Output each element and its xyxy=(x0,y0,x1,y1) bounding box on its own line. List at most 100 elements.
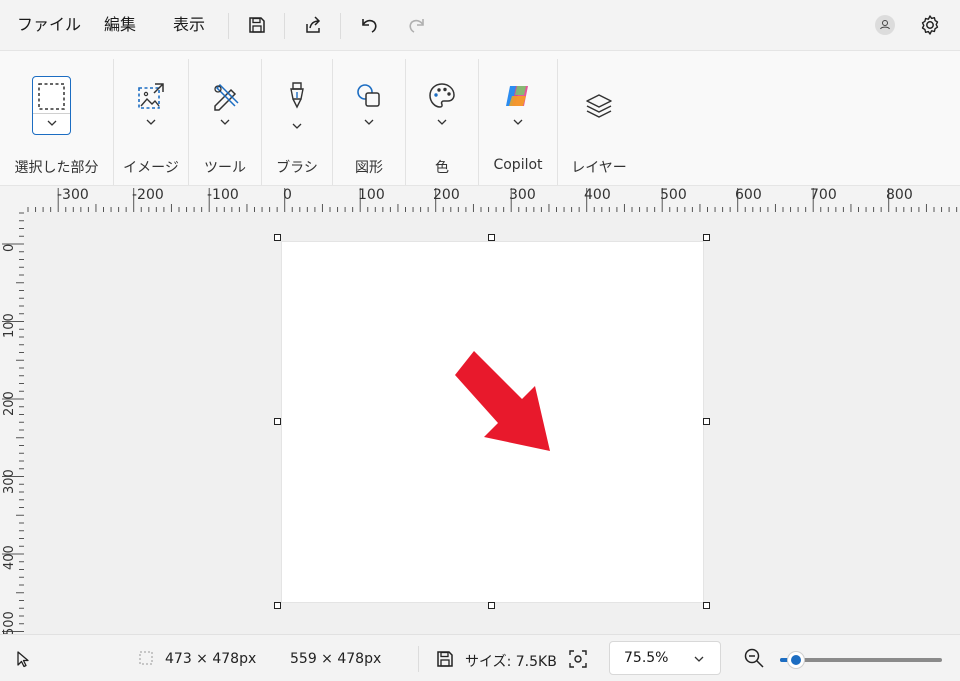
zoom-slider-thumb[interactable] xyxy=(787,651,806,669)
ruler-label: 0 xyxy=(2,243,17,252)
ribbon-group-selection[interactable]: 選択した部分 xyxy=(0,51,113,185)
resize-handle[interactable] xyxy=(274,418,281,425)
share-icon xyxy=(306,16,321,33)
settings-button[interactable] xyxy=(914,10,946,40)
image-icon xyxy=(134,79,168,113)
chevron-down-icon xyxy=(694,656,704,662)
ruler-label: 200 xyxy=(2,391,17,416)
chevron-down-icon xyxy=(220,119,230,125)
canvas-workspace[interactable] xyxy=(24,212,960,634)
resize-handle[interactable] xyxy=(274,234,281,241)
chevron-down-icon xyxy=(364,119,374,125)
fit-screen-icon xyxy=(569,650,587,668)
ruler-label: 0 xyxy=(283,187,292,203)
ribbon-label: 図形 xyxy=(355,160,383,176)
ruler-label: 600 xyxy=(735,187,762,203)
ruler-label: 400 xyxy=(584,187,611,203)
ribbon-group-color[interactable]: 色 xyxy=(406,51,478,185)
redo-icon xyxy=(409,19,424,33)
vertical-ruler: 0 100 200 300 400 500 xyxy=(0,212,24,636)
ruler-label: 800 xyxy=(886,187,913,203)
paint-window: ファイル 編集 表示 選択した部分 イメージ ツール ブラシ 図形 色 Copi… xyxy=(0,0,960,681)
zoom-dropdown[interactable]: 75.5% xyxy=(609,641,721,675)
account-button[interactable] xyxy=(869,10,901,40)
save-button[interactable] xyxy=(241,10,273,40)
resize-handle[interactable] xyxy=(488,234,495,241)
layers-icon xyxy=(582,89,616,123)
ribbon-label: イメージ xyxy=(123,160,179,176)
ruler-label: 100 xyxy=(358,187,385,203)
zoom-out-icon xyxy=(744,648,764,668)
ribbon-group-copilot[interactable]: Copilot xyxy=(479,51,557,185)
status-bar: 473 × 478px 559 × 478px サイズ: 7.5KB 75.5% xyxy=(0,634,960,681)
chevron-down-icon xyxy=(146,119,156,125)
tools-icon xyxy=(208,79,242,113)
brush-icon xyxy=(280,79,314,113)
ruler-label: 500 xyxy=(2,611,17,636)
ribbon-label: 色 xyxy=(435,160,449,176)
resize-handle[interactable] xyxy=(703,418,710,425)
ribbon-group-layers[interactable]: レイヤー xyxy=(558,51,640,185)
ruler-label: -300 xyxy=(57,187,89,203)
resize-handle[interactable] xyxy=(488,602,495,609)
save-icon xyxy=(249,17,265,33)
chevron-down-icon xyxy=(292,123,302,129)
gear-icon xyxy=(921,15,939,35)
divider xyxy=(228,13,229,39)
fit-to-window-button[interactable] xyxy=(566,647,590,671)
ribbon-label: ブラシ xyxy=(276,160,318,176)
drawing-canvas[interactable] xyxy=(281,241,704,603)
share-button[interactable] xyxy=(297,10,329,40)
resize-handle[interactable] xyxy=(274,602,281,609)
menu-view[interactable]: 表示 xyxy=(173,14,205,36)
ribbon-toolbar: 選択した部分 イメージ ツール ブラシ 図形 色 Copilot レイヤー xyxy=(0,50,960,186)
cursor-icon xyxy=(17,651,29,668)
ruler-label: 100 xyxy=(2,313,17,338)
ruler-label: 500 xyxy=(660,187,687,203)
ribbon-label: 選択した部分 xyxy=(14,160,99,176)
ribbon-group-shapes[interactable]: 図形 xyxy=(333,51,405,185)
ribbon-group-image[interactable]: イメージ xyxy=(114,51,188,185)
ruler-label: 700 xyxy=(810,187,837,203)
menu-file[interactable]: ファイル xyxy=(17,14,81,36)
ribbon-group-tools[interactable]: ツール xyxy=(189,51,261,185)
undo-icon xyxy=(362,19,377,33)
ruler-label: 200 xyxy=(433,187,460,203)
shapes-icon xyxy=(352,79,386,113)
chevron-down-icon xyxy=(47,120,57,126)
divider xyxy=(340,13,341,39)
red-arrow-drawing xyxy=(455,351,550,451)
chevron-down-icon xyxy=(437,119,447,125)
zoom-out-button[interactable] xyxy=(743,647,767,671)
ruler-label: -200 xyxy=(132,187,164,203)
ruler-corner xyxy=(0,186,24,212)
ruler-label: 400 xyxy=(2,545,17,570)
selection-icon xyxy=(38,83,65,110)
horizontal-ruler: -300 -200 -100 0 100 200 300 400 500 600… xyxy=(24,186,960,212)
ribbon-label: Copilot xyxy=(493,157,543,173)
ribbon-group-brush[interactable]: ブラシ xyxy=(262,51,332,185)
selection-button[interactable] xyxy=(32,76,71,135)
resize-handle[interactable] xyxy=(703,234,710,241)
divider xyxy=(284,13,285,39)
ruler-label: 300 xyxy=(2,469,17,494)
redo-button[interactable] xyxy=(401,10,433,40)
zoom-value: 75.5% xyxy=(624,650,669,666)
file-size: サイズ: 7.5KB xyxy=(465,654,557,670)
chevron-down-icon xyxy=(513,119,523,125)
copilot-icon xyxy=(501,79,535,113)
menu-bar: ファイル 編集 表示 xyxy=(0,0,960,50)
ribbon-label: レイヤー xyxy=(571,160,627,176)
ribbon-label: ツール xyxy=(204,160,246,176)
selection-size-icon xyxy=(139,651,153,665)
resize-handle[interactable] xyxy=(703,602,710,609)
undo-button[interactable] xyxy=(353,10,385,40)
avatar-icon xyxy=(875,15,895,35)
menu-edit[interactable]: 編集 xyxy=(104,14,136,36)
divider xyxy=(418,646,419,672)
selection-size: 473 × 478px xyxy=(165,651,257,667)
ruler-label: -100 xyxy=(207,187,239,203)
palette-icon xyxy=(425,79,459,113)
canvas-size: 559 × 478px xyxy=(290,651,382,667)
save-icon xyxy=(437,651,453,667)
